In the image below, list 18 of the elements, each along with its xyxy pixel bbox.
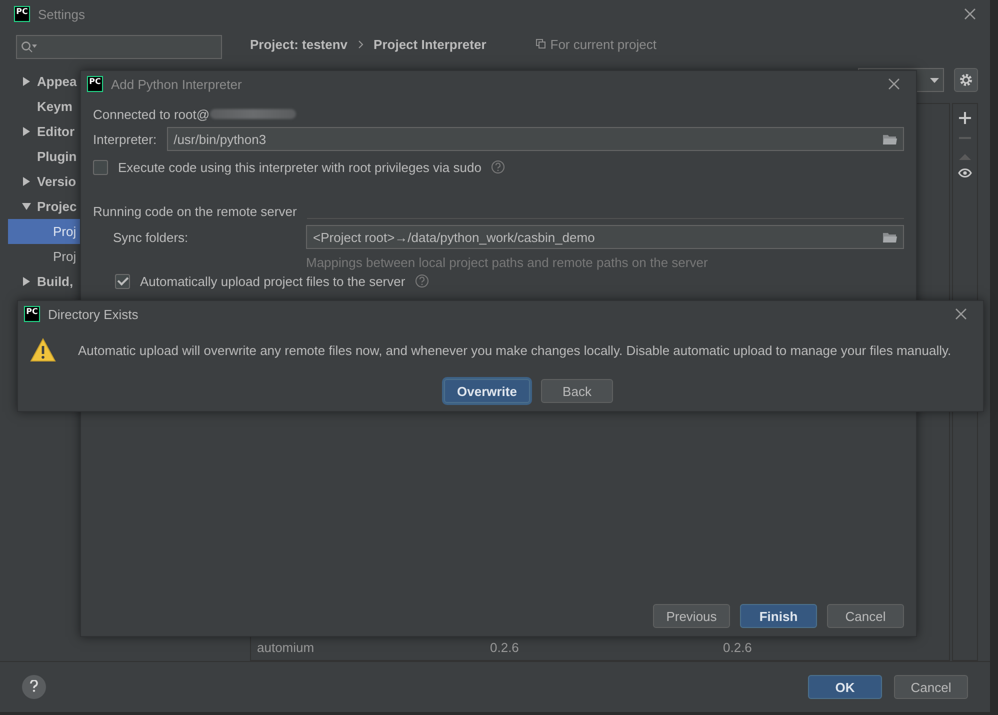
checkbox-label: Automatically upload project files to the server <box>140 274 406 288</box>
app-logo: PC <box>14 6 30 22</box>
dialog-title: Directory Exists <box>48 306 138 322</box>
dialog-message: Automatic upload will overwrite any remote files now, and whenever you make changes locally. Disable automatic upload to manage your files manually. <box>78 342 952 358</box>
app-logo: PC <box>24 306 40 322</box>
table-cell-text: automium <box>257 640 316 657</box>
checkbox-label: Execute code using this interpreter with root privileges via sudo <box>118 160 482 174</box>
dialog-title: Add Python Interpreter <box>111 76 242 92</box>
window-title: Settings <box>38 6 85 22</box>
app-logo: PC <box>87 76 103 92</box>
scope-note: For current project <box>550 36 656 52</box>
connection-label: Connected to root@ <box>93 106 210 122</box>
section-title: Running code on the remote server <box>93 204 297 219</box>
table-cell-text: 0.2.6 <box>490 640 520 657</box>
field-hint: Mappings between local project paths and remote paths on the server <box>306 254 708 270</box>
field-label: Sync folders: <box>113 230 190 244</box>
table-cell-text: 0.2.6 <box>723 640 753 657</box>
field-label: Interpreter: <box>93 132 157 146</box>
